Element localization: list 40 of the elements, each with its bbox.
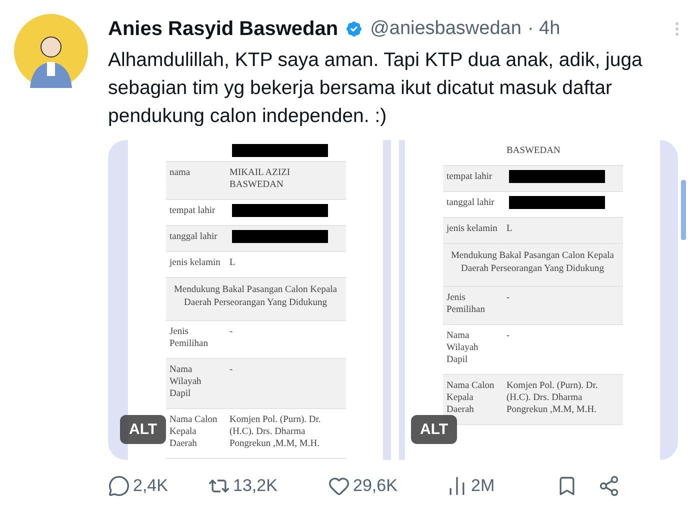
field-value: L: [506, 223, 514, 236]
scrollbar[interactable]: [681, 180, 686, 240]
alt-badge[interactable]: ALT: [411, 415, 458, 444]
reply-button[interactable]: 2,4K: [108, 475, 208, 497]
field-value: L: [228, 257, 236, 270]
post-time: · 4h: [527, 18, 560, 40]
field-label: Nama Wilayah Dapil: [168, 364, 202, 401]
field-value: BASWEDAN: [506, 145, 562, 158]
field-value: -: [506, 292, 511, 305]
field-label: Jenis Pemilihan: [168, 326, 210, 351]
field-label: Jenis Pemilihan: [446, 292, 486, 317]
field-value: -: [228, 326, 234, 339]
section-heading: Mendukung Bakal Pasangan Calon Kepala Daerah Perseorangan Yang Didukung: [166, 278, 346, 321]
field-label: Nama Calon Kepala Daerah: [446, 380, 496, 417]
field-label: tempat lahir: [446, 171, 494, 184]
author-name[interactable]: Anies Rasyid Baswedan: [108, 18, 338, 40]
alt-badge[interactable]: ALT: [120, 415, 166, 444]
share-icon: [598, 475, 620, 497]
heart-icon: [328, 475, 350, 497]
field-label: nama: [168, 167, 192, 180]
field-label: tanggal lahir: [168, 231, 218, 244]
field-label: Nama Wilayah Dapil: [446, 330, 480, 367]
views-button[interactable]: 2M: [446, 475, 556, 497]
field-value: Komjen Pol. (Purn). Dr. (H.C). Drs. Dharma Pongrekun ,M.M, M.H.: [228, 414, 322, 451]
author-handle[interactable]: @aniesbaswedan: [370, 18, 522, 40]
field-label: jenis kelamin: [445, 223, 498, 236]
field-label: tempat lahir: [168, 205, 216, 218]
field-value: -: [228, 364, 234, 377]
speech-bubble-icon: [108, 475, 130, 497]
document-screenshot[interactable]: [108, 140, 391, 460]
field-value: -: [506, 330, 511, 343]
section-heading: Mendukung Bakal Pasangan Calon Kepala Daerah Perseorangan Yang Didukung: [442, 244, 622, 287]
field-value: MIKAIL AZIZI BASWEDAN: [228, 167, 292, 192]
field-label: jenis kelamin: [168, 257, 222, 270]
repost-button[interactable]: 13,2K: [208, 475, 328, 497]
field-value: Komjen Pol. (Purn). Dr. (H.C). Drs. Dharma Pongrekun ,M.M, M.H.: [506, 380, 599, 417]
field-label: tanggal lahir: [446, 197, 496, 210]
field-label: Nama Calon Kepala Daerah: [168, 414, 218, 451]
post-text: Alhamdulillah, KTP saya aman. Tapi KTP dua anak, adik, juga sebagian tim yg bekerja bersama ikut dicatut masuk daftar pendukung calon independen. :): [108, 48, 644, 129]
like-button[interactable]: 29,6K: [328, 475, 446, 497]
